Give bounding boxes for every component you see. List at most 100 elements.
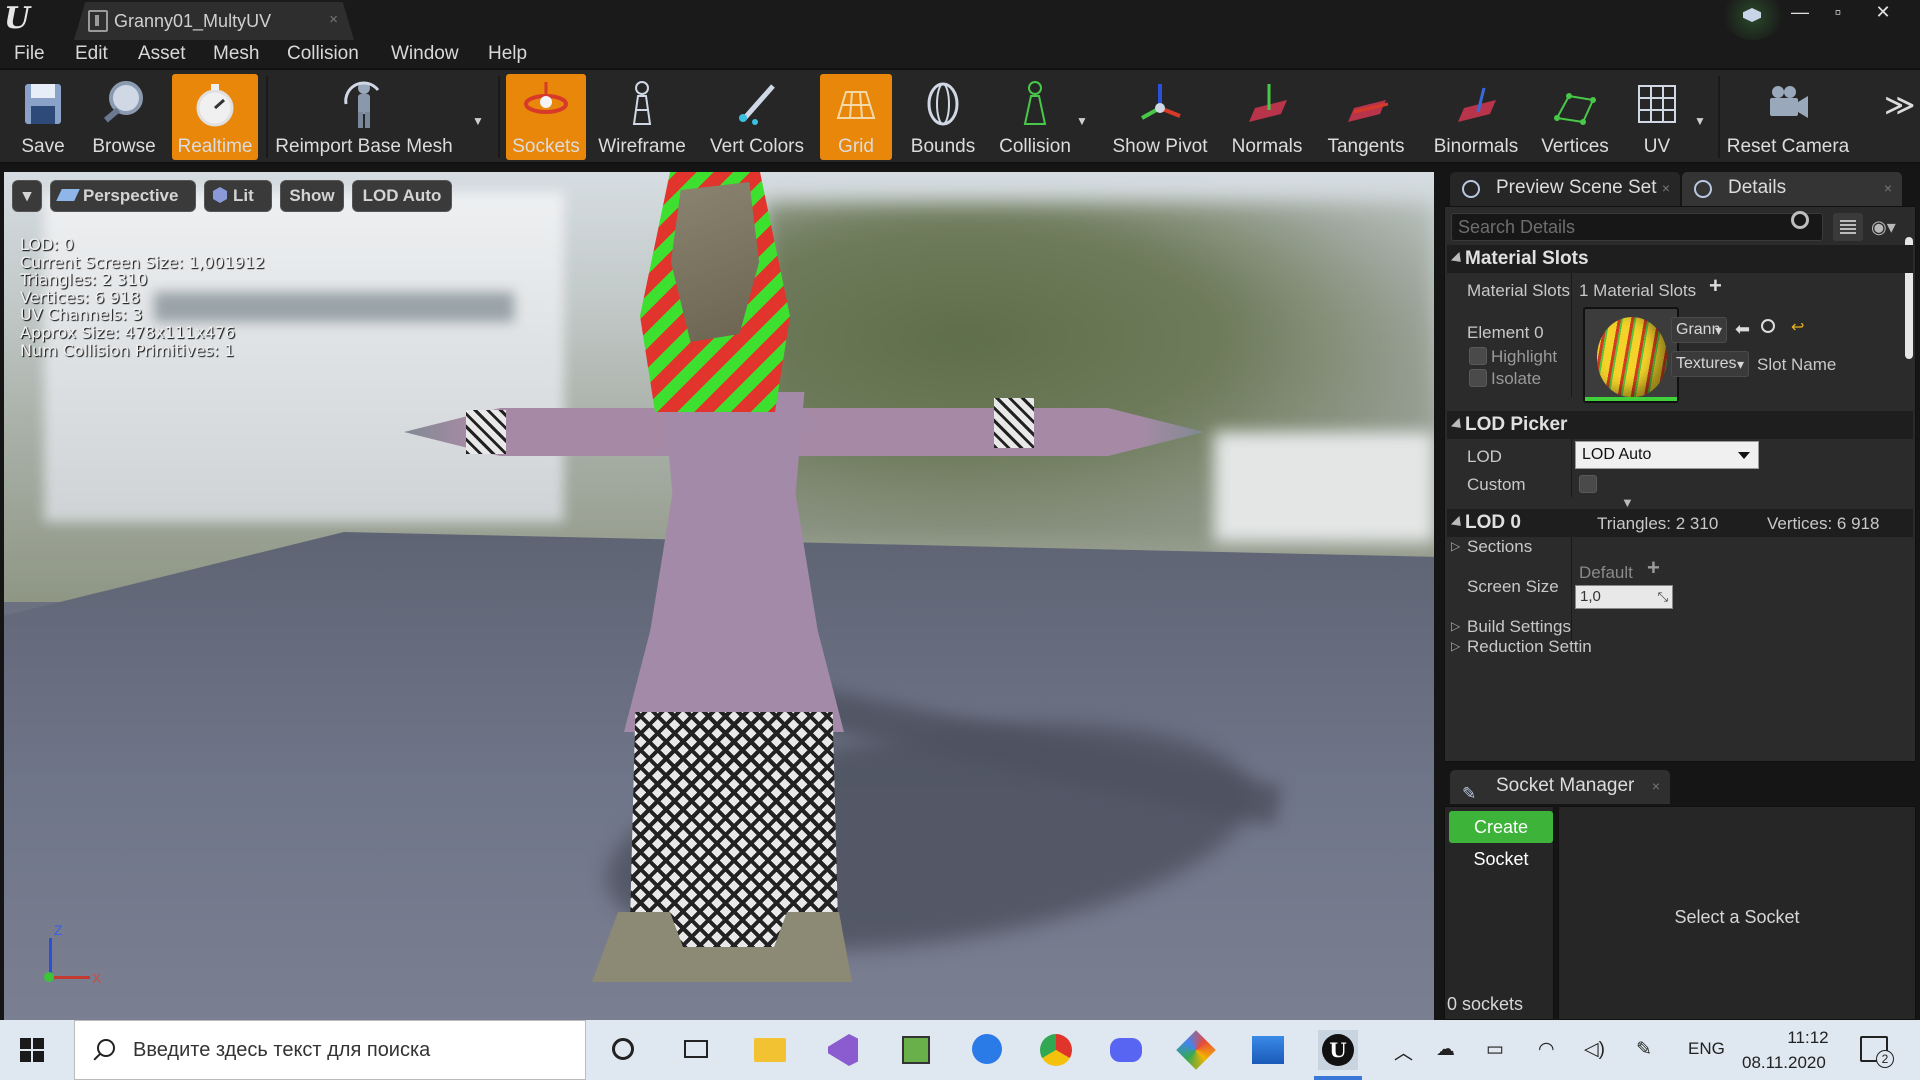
- taskbar-search-input[interactable]: Введите здесь текст для поиска: [74, 1020, 586, 1080]
- vertices-button[interactable]: Vertices: [1536, 74, 1614, 160]
- highlight-checkbox[interactable]: [1469, 347, 1487, 365]
- tab-close-icon[interactable]: ×: [329, 11, 338, 28]
- bounds-button[interactable]: Bounds: [900, 74, 986, 160]
- details-label: Details: [1728, 177, 1787, 198]
- browse-button[interactable]: Browse: [84, 74, 164, 160]
- cortana-icon[interactable]: [604, 1030, 644, 1070]
- collision-dropdown-icon[interactable]: ▼: [1076, 114, 1088, 128]
- onedrive-icon[interactable]: ☁: [1436, 1038, 1455, 1061]
- device-icon[interactable]: ▭: [1486, 1038, 1504, 1061]
- add-material-slot-icon[interactable]: +: [1709, 273, 1722, 299]
- discord-shape: [1110, 1038, 1142, 1062]
- clock-date[interactable]: 08.11.2020: [1742, 1053, 1826, 1073]
- menu-file[interactable]: File: [14, 43, 45, 65]
- image-editor-icon[interactable]: [896, 1030, 936, 1070]
- perspective-button[interactable]: Perspective: [50, 180, 196, 212]
- save-button[interactable]: Save: [6, 74, 80, 160]
- visibility-eye-icon[interactable]: ◉▾: [1871, 217, 1909, 239]
- windows-start-icon[interactable]: [20, 1038, 44, 1062]
- viewport-options-button[interactable]: ▾: [12, 180, 42, 212]
- unreal-engine-taskbar-icon[interactable]: U: [1318, 1030, 1358, 1070]
- sections-expand-icon[interactable]: ▷: [1451, 539, 1460, 553]
- menu-window[interactable]: Window: [391, 43, 459, 65]
- uv-button[interactable]: UV: [1620, 74, 1694, 160]
- asset-document-tab[interactable]: Granny01_MultyUV ×: [74, 2, 354, 40]
- discord-icon[interactable]: [1106, 1030, 1146, 1070]
- expand-advanced-icon[interactable]: ▼: [1621, 495, 1634, 510]
- reimport-dropdown-icon[interactable]: ▼: [472, 114, 484, 128]
- sockets-button[interactable]: Sockets: [506, 74, 586, 160]
- language-indicator[interactable]: ENG: [1688, 1039, 1725, 1059]
- isolate-checkbox[interactable]: [1469, 369, 1487, 387]
- show-hidden-icons-icon[interactable]: ︿: [1394, 1038, 1413, 1065]
- textures-dropdown[interactable]: Textures: [1671, 351, 1749, 377]
- lod-select[interactable]: LOD Auto: [1575, 441, 1759, 469]
- wifi-icon[interactable]: ◠: [1538, 1038, 1555, 1061]
- toolbar-overflow-icon[interactable]: ≫: [1884, 88, 1915, 123]
- show-button[interactable]: Show: [280, 180, 344, 212]
- menu-help[interactable]: Help: [488, 43, 527, 65]
- tangents-label: Tangents: [1327, 136, 1405, 157]
- tab-close-icon[interactable]: ×: [1652, 770, 1660, 802]
- tab-preview-scene-set[interactable]: Preview Scene Set ×: [1450, 172, 1680, 206]
- clock-time[interactable]: 11:12: [1766, 1028, 1850, 1048]
- create-socket-button[interactable]: Create Socket: [1449, 811, 1553, 869]
- grid-button[interactable]: Grid: [820, 74, 892, 160]
- lod-auto-button[interactable]: LOD Auto: [352, 180, 452, 212]
- tangents-button[interactable]: Tangents: [1318, 74, 1414, 160]
- add-platform-override-icon[interactable]: +: [1647, 555, 1660, 581]
- use-selected-arrow-icon[interactable]: ⬅: [1735, 319, 1750, 340]
- volume-icon[interactable]: ◁): [1584, 1038, 1605, 1061]
- maps-pin-icon[interactable]: [966, 1030, 1006, 1070]
- tab-socket-manager[interactable]: ✎ Socket Manager ×: [1450, 770, 1670, 804]
- wireframe-button[interactable]: Wireframe: [594, 74, 690, 160]
- screen-size-input[interactable]: 1,0: [1575, 585, 1673, 609]
- task-view-icon[interactable]: [676, 1030, 716, 1070]
- mesh-viewport[interactable]: ▾ Perspective Lit Show LOD Auto LOD: 0 C…: [4, 172, 1434, 1020]
- maximize-button[interactable]: ▫: [1815, 0, 1861, 28]
- close-window-button[interactable]: ✕: [1860, 0, 1906, 28]
- show-pivot-button[interactable]: Show Pivot: [1104, 74, 1216, 160]
- reduction-settings-expand-icon[interactable]: ▷: [1451, 639, 1460, 653]
- collision-pawn-icon: [1023, 81, 1047, 125]
- action-center-icon[interactable]: 2: [1860, 1036, 1894, 1068]
- lod-picker-category[interactable]: LOD Picker: [1447, 411, 1913, 439]
- property-matrix-button[interactable]: [1833, 213, 1863, 241]
- reimport-base-mesh-button[interactable]: Reimport Base Mesh: [274, 74, 454, 160]
- material-thumbnail[interactable]: [1583, 307, 1679, 403]
- search-details-input[interactable]: Search Details: [1451, 213, 1823, 241]
- menu-edit[interactable]: Edit: [75, 43, 108, 65]
- unreal-logo-icon[interactable]: U: [4, 2, 36, 36]
- normals-button[interactable]: Normals: [1222, 74, 1312, 160]
- sections-label[interactable]: Sections: [1467, 537, 1532, 557]
- realtime-button[interactable]: Realtime: [172, 74, 258, 160]
- photos-icon[interactable]: [1248, 1030, 1288, 1070]
- binormals-button[interactable]: Binormals: [1420, 74, 1532, 160]
- tab-close-icon[interactable]: ×: [1884, 172, 1892, 204]
- collision-button[interactable]: Collision: [992, 74, 1078, 160]
- menu-mesh[interactable]: Mesh: [213, 43, 259, 65]
- material-slots-category[interactable]: Material Slots: [1447, 245, 1913, 273]
- reduction-settings-label[interactable]: Reduction Settin: [1467, 637, 1592, 657]
- reimport-mannequin-icon: [344, 81, 380, 128]
- reset-camera-button[interactable]: Reset Camera: [1726, 74, 1850, 160]
- lit-button[interactable]: Lit: [204, 180, 272, 212]
- file-explorer-icon[interactable]: [750, 1030, 790, 1070]
- git-kraken-icon[interactable]: [1176, 1030, 1216, 1070]
- search-icon[interactable]: [1791, 211, 1809, 229]
- tab-close-icon[interactable]: ×: [1662, 172, 1670, 204]
- custom-lod-checkbox[interactable]: [1579, 475, 1597, 493]
- visual-studio-icon[interactable]: [822, 1030, 862, 1070]
- tab-details[interactable]: Details ×: [1682, 172, 1902, 206]
- menu-collision[interactable]: Collision: [287, 43, 359, 65]
- build-settings-expand-icon[interactable]: ▷: [1451, 619, 1460, 633]
- vert-colors-button[interactable]: Vert Colors: [700, 74, 814, 160]
- pen-icon[interactable]: ✎: [1636, 1038, 1652, 1061]
- browse-material-icon[interactable]: [1761, 319, 1775, 333]
- reset-to-default-icon[interactable]: ↩: [1791, 317, 1804, 337]
- chrome-icon[interactable]: [1036, 1030, 1076, 1070]
- material-asset-dropdown[interactable]: Grann: [1671, 317, 1727, 343]
- build-settings-label[interactable]: Build Settings: [1467, 617, 1571, 637]
- uv-dropdown-icon[interactable]: ▼: [1694, 114, 1706, 128]
- menu-asset[interactable]: Asset: [138, 43, 186, 65]
